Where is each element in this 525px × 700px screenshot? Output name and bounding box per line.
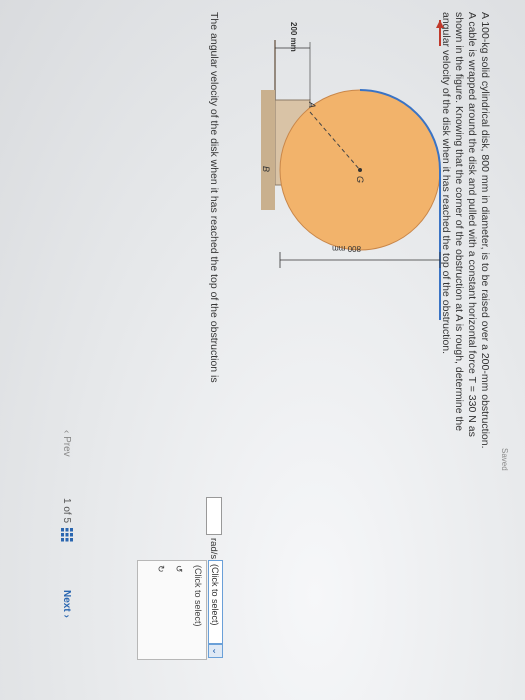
- chevron-down-icon[interactable]: ⌄: [208, 644, 223, 658]
- prev-button[interactable]: ‹ Prev: [61, 430, 72, 457]
- center-label: G: [355, 176, 365, 183]
- dropdown-option[interactable]: ↻: [155, 565, 166, 573]
- center-point: [358, 168, 362, 172]
- page-indicator: 1 of 5: [61, 498, 72, 523]
- ground-hatch: [261, 90, 275, 210]
- grid-icon[interactable]: [61, 528, 73, 542]
- dropdown-options-list: (Click to select) ↺ ↻: [137, 560, 207, 660]
- page-total: 5: [61, 517, 72, 524]
- next-button[interactable]: Next ›: [61, 590, 72, 618]
- problem-statement: A 100-kg solid cylindrical disk, 800 mm …: [440, 12, 491, 449]
- rotated-page: Saved A 100-kg solid cylindrical disk, 8…: [0, 0, 525, 700]
- diameter-label: 800 mm: [332, 244, 361, 253]
- contact-label: B: [261, 166, 271, 172]
- answer-unit: rad/s: [208, 538, 219, 560]
- prev-label: Prev: [61, 436, 72, 457]
- page-sep: of: [61, 506, 72, 515]
- dropdown-option[interactable]: (Click to select): [193, 565, 203, 627]
- corner-label: A: [307, 101, 317, 108]
- screen: Saved A 100-kg solid cylindrical disk, 8…: [0, 0, 525, 700]
- problem-figure: T G A B 800 mm 200 mm: [261, 20, 445, 320]
- saved-status: Saved: [500, 448, 509, 471]
- answer-input[interactable]: [206, 497, 222, 535]
- next-label: Next: [61, 590, 72, 612]
- force-label: T: [443, 24, 445, 31]
- direction-dropdown[interactable]: (Click to select): [208, 560, 223, 644]
- dropdown-option[interactable]: ↺: [173, 565, 184, 573]
- page-current: 1: [61, 498, 72, 504]
- question-prompt: The angular velocity of the disk when it…: [208, 12, 220, 383]
- obstruction-label: 200 mm: [289, 22, 298, 52]
